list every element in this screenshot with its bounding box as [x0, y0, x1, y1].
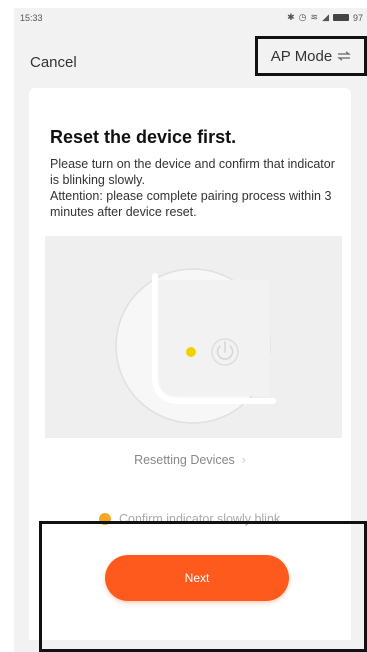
checkbox-icon — [99, 513, 111, 525]
device-diagram — [45, 236, 342, 438]
ap-mode-label: AP Mode — [270, 47, 333, 65]
status-time: 15:33 — [20, 13, 43, 23]
chevron-right-icon: › — [238, 453, 246, 467]
next-button[interactable]: Next — [105, 555, 289, 601]
wifi-swap-icon — [337, 51, 352, 61]
page-title: Reset the device first. — [50, 127, 237, 147]
instructions-line: Please turn on the device and confirm th… — [50, 157, 335, 219]
signal-icon: ◢ — [322, 12, 329, 22]
status-icons: ✱ ◷ ≋ ◢ 97 — [287, 12, 363, 23]
ap-mode-button[interactable]: AP Mode — [255, 36, 367, 76]
bottom-strip — [14, 640, 367, 652]
status-bar: 15:33 ✱ ◷ ≋ ◢ 97 — [14, 8, 367, 30]
confirm-label: Confirm indicator slowly blink — [119, 512, 281, 526]
battery-icon — [332, 14, 349, 21]
indicator-light — [186, 347, 196, 357]
reset-link-label: Resetting Devices — [134, 453, 235, 467]
wifi-icon: ≋ — [310, 12, 319, 22]
battery-level: 97 — [352, 12, 363, 23]
cancel-button[interactable]: Cancel — [30, 54, 77, 71]
instructions-text: Please turn on the device and confirm th… — [50, 156, 340, 220]
confirm-indicator-checkbox[interactable]: Confirm indicator slowly blink — [99, 512, 280, 526]
alarm-icon: ◷ — [298, 12, 307, 22]
resetting-devices-link[interactable]: Resetting Devices › — [29, 453, 351, 467]
bluetooth-icon: ✱ — [287, 12, 295, 22]
device-illustration — [45, 236, 342, 438]
